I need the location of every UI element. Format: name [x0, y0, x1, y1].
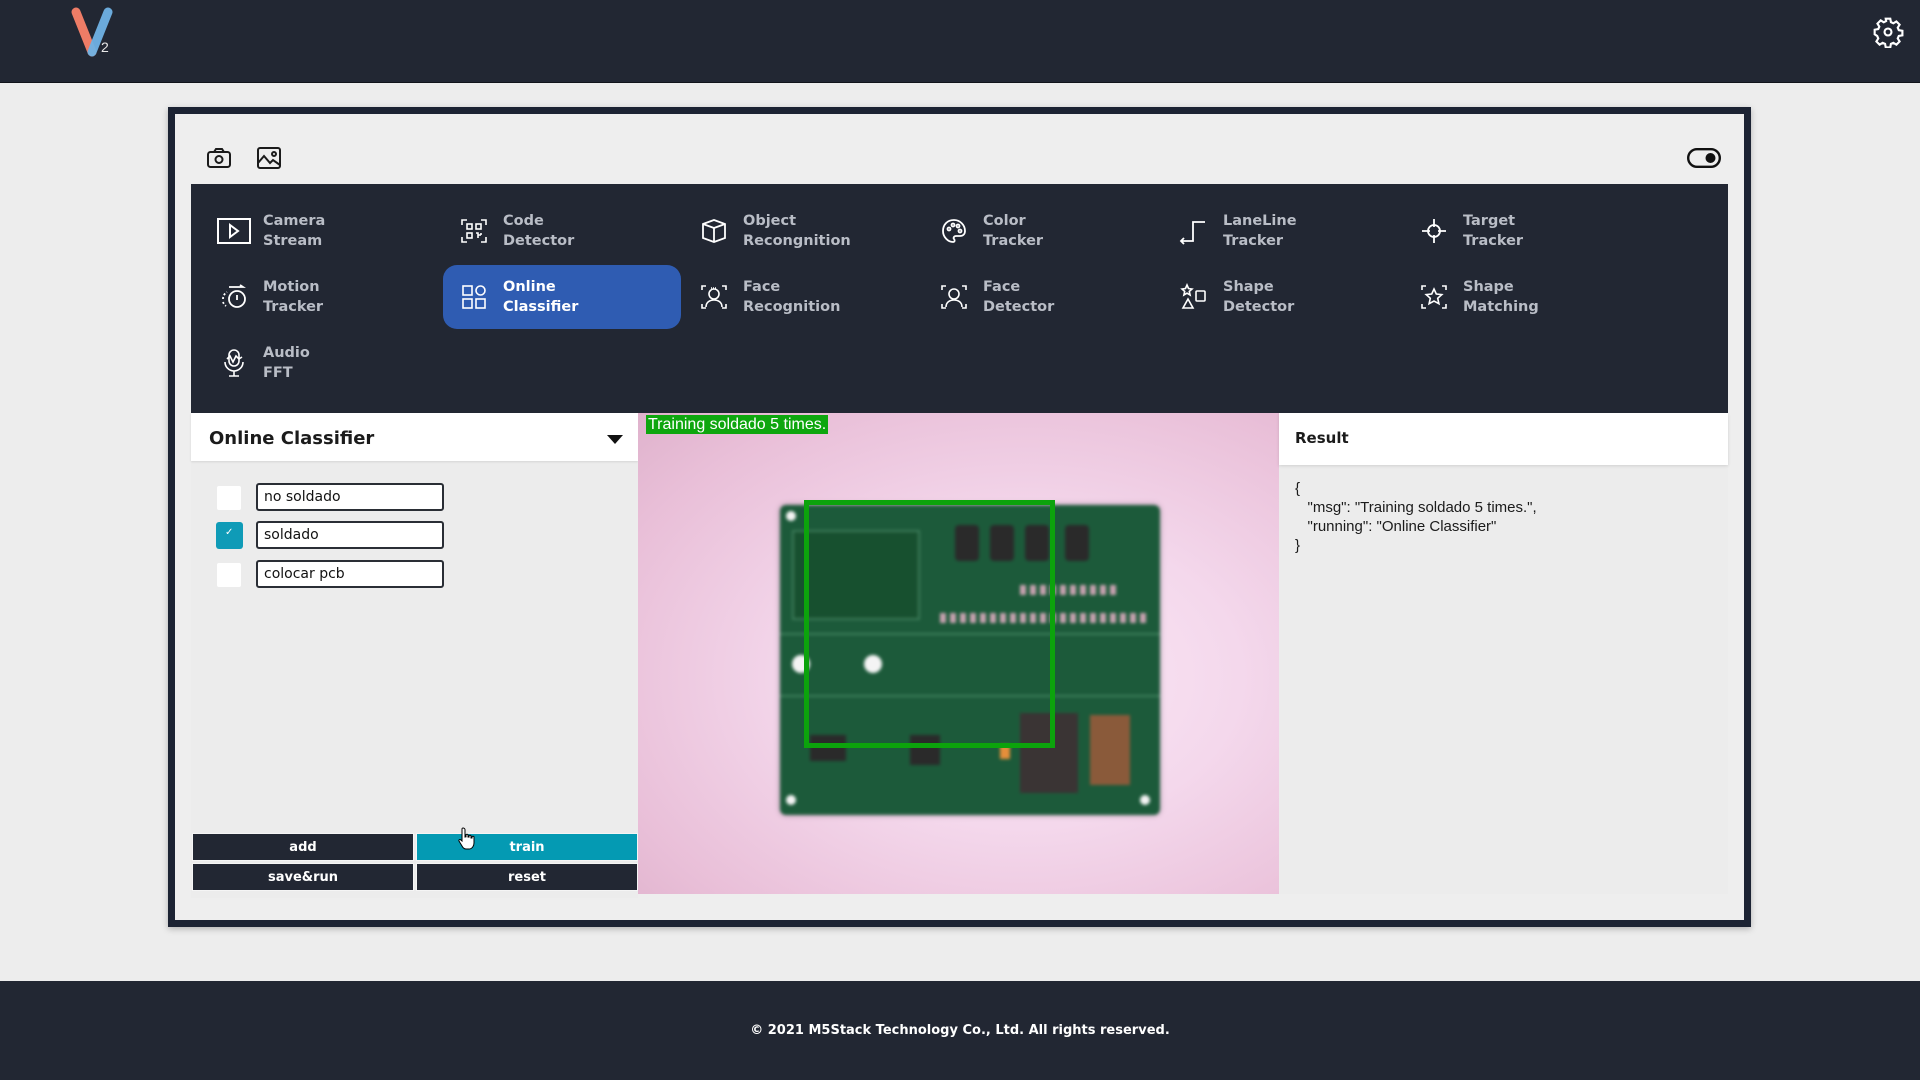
menu-item-label: Shape Detector	[1223, 279, 1295, 315]
shapes-icon	[1177, 280, 1211, 314]
class-checkbox[interactable]	[216, 522, 243, 549]
classifier-panel-title: Online Classifier	[209, 428, 375, 449]
menu-item-label: LaneLine Tracker	[1223, 213, 1297, 249]
camera-view: Training soldado 5 times.	[638, 413, 1279, 894]
menu-item-code-detector[interactable]: Code Detector	[443, 199, 681, 263]
toggle-icon[interactable]	[1687, 148, 1721, 168]
class-checkbox[interactable]	[217, 486, 241, 510]
motion-icon	[217, 280, 251, 314]
menu-item-label: Object Recongnition	[743, 213, 851, 249]
play-screen-icon	[217, 214, 251, 248]
menu-item-face-recognition[interactable]: Face Recognition	[683, 265, 921, 329]
result-title: Result	[1295, 429, 1349, 447]
cube-icon	[697, 214, 731, 248]
class-row	[217, 560, 477, 588]
train-button[interactable]: train	[416, 833, 638, 861]
classifier-actions: add train save&run reset	[192, 833, 638, 893]
result-panel: Result { "msg": "Training soldado 5 time…	[1279, 413, 1728, 894]
gear-icon[interactable]	[1872, 16, 1904, 48]
menu-item-camera-stream[interactable]: Camera Stream	[203, 199, 441, 263]
face-detect-icon	[937, 280, 971, 314]
logo-subscript: 2	[101, 39, 109, 55]
menu-item-laneline-tracker[interactable]: LaneLine Tracker	[1163, 199, 1401, 263]
menu-item-label: Face Detector	[983, 279, 1055, 315]
menu-item-label: Color Tracker	[983, 213, 1044, 249]
class-checkbox[interactable]	[217, 563, 241, 587]
toolbar	[205, 144, 283, 172]
menu-item-shape-matching[interactable]: Shape Matching	[1403, 265, 1641, 329]
caret-down-icon[interactable]	[607, 435, 623, 444]
menu-item-label: Motion Tracker	[263, 279, 324, 315]
camera-icon[interactable]	[205, 144, 233, 172]
main-panel: Camera Stream Code Detector Object Recon…	[168, 107, 1751, 927]
menu-item-audio-fft[interactable]: Audio FFT	[203, 331, 441, 395]
menu-item-face-detector[interactable]: Face Detector	[923, 265, 1161, 329]
menu-item-label: Shape Matching	[1463, 279, 1539, 315]
add-button[interactable]: add	[192, 833, 414, 861]
reset-button[interactable]: reset	[416, 863, 638, 891]
copyright-text: © 2021 M5Stack Technology Co., Ltd. All …	[750, 1023, 1170, 1038]
classifier-panel-header: Online Classifier	[191, 413, 638, 461]
class-name-input[interactable]	[256, 521, 444, 549]
logo-icon	[71, 7, 113, 57]
menu-item-label: Face Recognition	[743, 279, 841, 315]
result-panel-header: Result	[1279, 413, 1728, 465]
star-scan-icon	[1417, 280, 1451, 314]
top-bar: 2	[0, 0, 1920, 83]
class-name-input[interactable]	[256, 560, 444, 588]
grid-shapes-icon	[457, 280, 491, 314]
menu-item-shape-detector[interactable]: Shape Detector	[1163, 265, 1401, 329]
face-scan-icon	[697, 280, 731, 314]
class-row	[217, 483, 477, 511]
palette-icon	[937, 214, 971, 248]
footer: © 2021 M5Stack Technology Co., Ltd. All …	[0, 981, 1920, 1080]
crosshair-icon	[1417, 214, 1451, 248]
menu-item-motion-tracker[interactable]: Motion Tracker	[203, 265, 441, 329]
menu-item-object-recognition[interactable]: Object Recongnition	[683, 199, 921, 263]
save-run-button[interactable]: save&run	[192, 863, 414, 891]
camera-overlay-text: Training soldado 5 times.	[646, 415, 829, 434]
menu-item-label: Online Classifier	[503, 279, 579, 315]
classifier-panel: Online Classifier add train save&run res…	[191, 413, 638, 898]
module-menu: Camera Stream Code Detector Object Recon…	[191, 184, 1728, 413]
class-row	[216, 521, 477, 549]
qr-code-icon	[457, 214, 491, 248]
class-name-input[interactable]	[256, 483, 444, 511]
laneline-icon	[1177, 214, 1211, 248]
menu-item-color-tracker[interactable]: Color Tracker	[923, 199, 1161, 263]
hand-cursor-icon	[458, 827, 475, 850]
menu-item-label: Camera Stream	[263, 213, 326, 249]
menu-item-label: Code Detector	[503, 213, 575, 249]
result-json: { "msg": "Training soldado 5 times.", "r…	[1295, 480, 1537, 554]
menu-item-label: Audio FFT	[263, 345, 310, 381]
detection-box	[804, 500, 1055, 748]
menu-item-target-tracker[interactable]: Target Tracker	[1403, 199, 1641, 263]
image-icon[interactable]	[255, 144, 283, 172]
menu-item-label: Target Tracker	[1463, 213, 1524, 249]
menu-item-online-classifier[interactable]: Online Classifier	[443, 265, 681, 329]
microphone-icon	[217, 346, 251, 380]
